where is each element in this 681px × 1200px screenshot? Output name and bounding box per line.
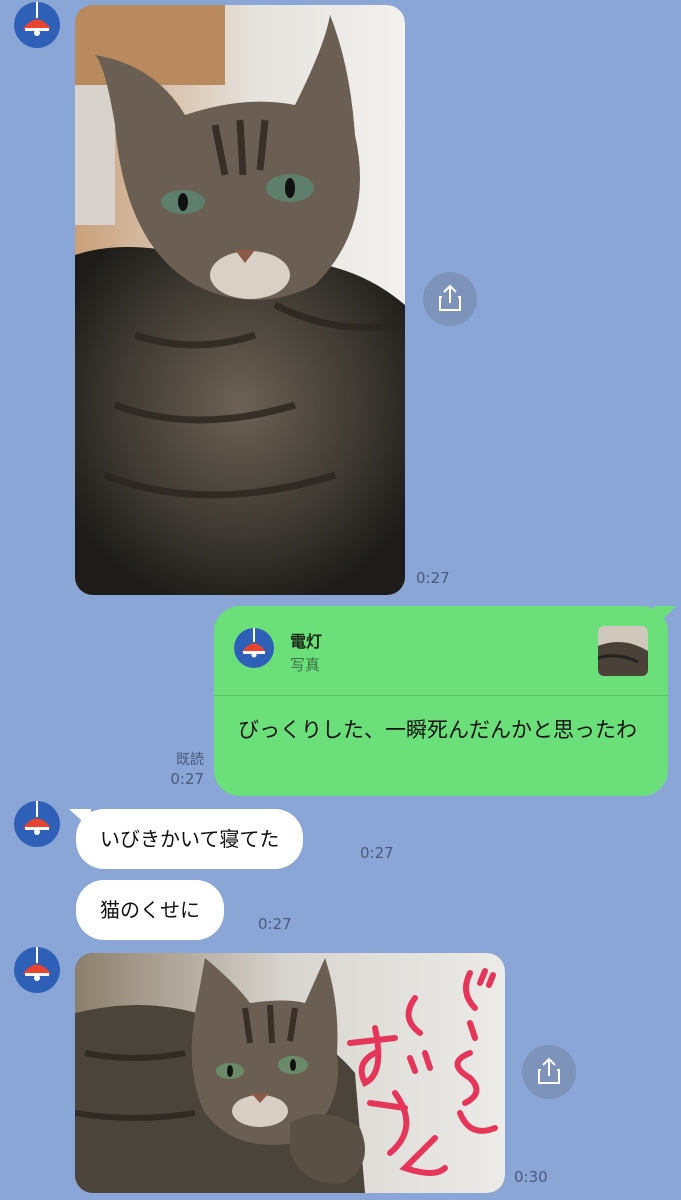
lamp-icon — [23, 947, 51, 981]
cat-photo-image — [75, 953, 505, 1193]
cat-photo-image — [75, 5, 405, 595]
lamp-avatar[interactable] — [14, 2, 60, 48]
lamp-icon — [242, 628, 266, 658]
received-message-bubble[interactable]: 猫のくせに — [76, 880, 224, 940]
message-text: いびきかいて寝てた — [100, 827, 280, 851]
message-text: 猫のくせに — [100, 898, 200, 922]
cat-photo-2[interactable] — [75, 953, 505, 1193]
cat-photo-1[interactable] — [75, 5, 405, 595]
quoted-avatar — [234, 628, 274, 668]
share-icon — [439, 284, 461, 311]
lamp-icon — [23, 801, 51, 835]
read-receipt: 既読 0:27 — [160, 751, 204, 789]
quoted-type-label: 写真 — [290, 656, 321, 674]
share-button-1[interactable] — [423, 272, 477, 326]
reply-timestamp: 0:27 — [170, 770, 204, 788]
sent-reply-bubble[interactable]: 電灯 写真 びっくりした、一瞬死んだんかと思ったわ — [214, 606, 668, 796]
share-button-2[interactable] — [522, 1045, 576, 1099]
text1-timestamp: 0:27 — [360, 844, 394, 862]
thumbnail-image — [598, 626, 648, 676]
lamp-avatar[interactable] — [14, 801, 60, 847]
share-icon — [538, 1057, 560, 1084]
reply-message-text: びっくりした、一瞬死んだんかと思ったわ — [238, 718, 637, 742]
text2-timestamp: 0:27 — [258, 915, 292, 933]
lamp-icon — [23, 2, 51, 36]
quoted-photo-thumbnail — [598, 626, 648, 676]
received-message-bubble[interactable]: いびきかいて寝てた — [76, 809, 304, 869]
photo1-timestamp: 0:27 — [416, 569, 450, 587]
read-label: 既読 — [176, 752, 204, 768]
photo2-timestamp: 0:30 — [514, 1168, 548, 1186]
quoted-message[interactable]: 電灯 写真 — [214, 606, 668, 696]
quoted-sender-name: 電灯 — [290, 632, 323, 651]
lamp-avatar[interactable] — [14, 947, 60, 993]
